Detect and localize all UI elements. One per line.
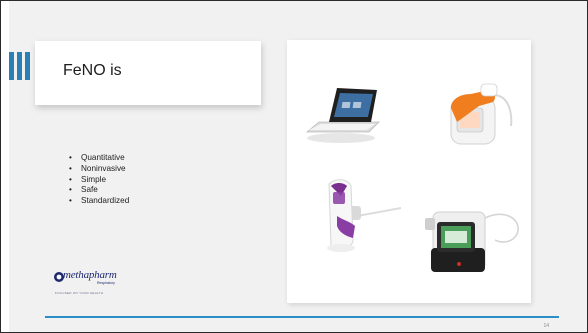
- device-image-panel: [287, 40, 531, 303]
- bullet-marker: •: [69, 163, 72, 173]
- bullet-item: • Standardized: [69, 196, 129, 207]
- company-logo: methapharm Respiratory FOCUSED ON YOUR H…: [53, 269, 123, 303]
- bullet-item: • Safe: [69, 185, 129, 196]
- bullet-list: • Quantitative • Noninvasive • Simple • Safe…: [69, 153, 129, 207]
- accent-bar-1: [9, 52, 14, 80]
- bullet-item: • Simple: [69, 175, 129, 186]
- desktop-analyzer-icon: [425, 211, 519, 272]
- page-number: 14: [543, 323, 549, 329]
- bullet-text: Simple: [81, 174, 107, 184]
- tablet-device-icon: [305, 88, 380, 143]
- bullet-marker: •: [69, 174, 72, 184]
- slide: FeNO is • Quantitative • Noninvasive • Simp…: [0, 0, 588, 333]
- logo-tagline: FOCUSED ON YOUR HEALTH: [55, 291, 104, 295]
- bullet-marker: •: [69, 196, 72, 206]
- bullet-text: Quantitative: [81, 153, 125, 162]
- title-card: FeNO is: [35, 41, 261, 105]
- bottom-divider-line: [45, 316, 559, 318]
- bullet-marker: •: [69, 153, 72, 162]
- logo-subtitle: Respiratory: [97, 281, 115, 285]
- accent-bar-2: [17, 52, 22, 80]
- bullet-item: • Quantitative: [69, 153, 129, 164]
- accent-bar-3: [25, 52, 30, 80]
- slide-title: FeNO is: [63, 62, 122, 79]
- bullet-marker: •: [69, 185, 72, 195]
- bullet-text: Standardized: [81, 196, 130, 206]
- purple-handheld-device-icon: [327, 179, 402, 252]
- bullet-text: Noninvasive: [81, 163, 126, 173]
- left-band: [1, 1, 9, 332]
- handheld-orange-device-icon: [450, 83, 513, 145]
- logo-name: methapharm: [63, 269, 117, 281]
- bullet-item: • Noninvasive: [69, 164, 129, 175]
- bullet-text: Safe: [81, 185, 98, 195]
